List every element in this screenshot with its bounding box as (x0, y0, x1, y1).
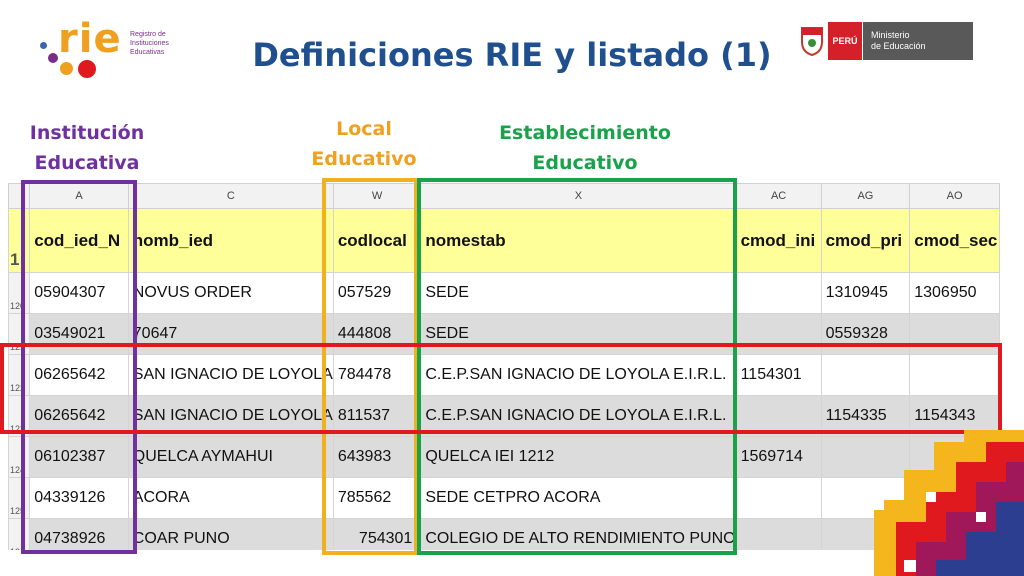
label-institucion-line1: Institución (29, 122, 145, 144)
label-local-line1: Local (336, 118, 392, 140)
label-institucion-line2: Educativa (34, 152, 140, 174)
label-establecimiento-line1: Establecimiento (499, 122, 671, 144)
table-cell[interactable]: 1569714 (735, 436, 822, 478)
label-establecimiento: Establecimiento Educativo (480, 118, 690, 178)
label-establecimiento-line2: Educativo (532, 152, 638, 174)
table-cell[interactable] (735, 272, 822, 314)
column-letter[interactable]: AG (820, 183, 911, 209)
table-cell[interactable]: 1310945 (820, 272, 911, 314)
label-local-line2: Educativo (311, 148, 417, 170)
column-letter[interactable]: AO (909, 183, 1000, 209)
country-badge: PERÚ (828, 22, 862, 60)
header-cell[interactable]: nomb_ied (127, 208, 334, 273)
table-cell[interactable] (735, 477, 822, 519)
label-local: Local Educativo (306, 114, 422, 174)
ministry-logo: PERÚ Ministerio de Educación (800, 22, 976, 60)
column-letter[interactable]: C (127, 183, 334, 209)
duplicate-rows-highlight-box (0, 343, 1002, 434)
table-cell[interactable]: QUELCA AYMAHUI (127, 436, 334, 478)
ministry-name: Ministerio de Educación (863, 22, 973, 60)
table-cell[interactable]: ACORA (127, 477, 334, 519)
ministry-name-line2: de Educación (871, 41, 926, 51)
shield-icon (801, 27, 823, 56)
header-cell[interactable]: cmod_sec (909, 208, 1000, 273)
header-cell[interactable]: cmod_pri (820, 208, 911, 273)
column-letter[interactable]: AC (735, 183, 822, 209)
label-institucion: Institución Educativa (26, 118, 148, 178)
header-cell[interactable]: cmod_ini (735, 208, 822, 273)
decorative-stairs-graphic (874, 430, 1024, 576)
table-cell[interactable] (735, 518, 822, 550)
table-cell[interactable]: NOVUS ORDER (127, 272, 334, 314)
table-cell[interactable]: 1306950 (909, 272, 1000, 314)
ministry-name-line1: Ministerio (871, 30, 910, 40)
table-cell[interactable]: COAR PUNO (127, 518, 334, 550)
